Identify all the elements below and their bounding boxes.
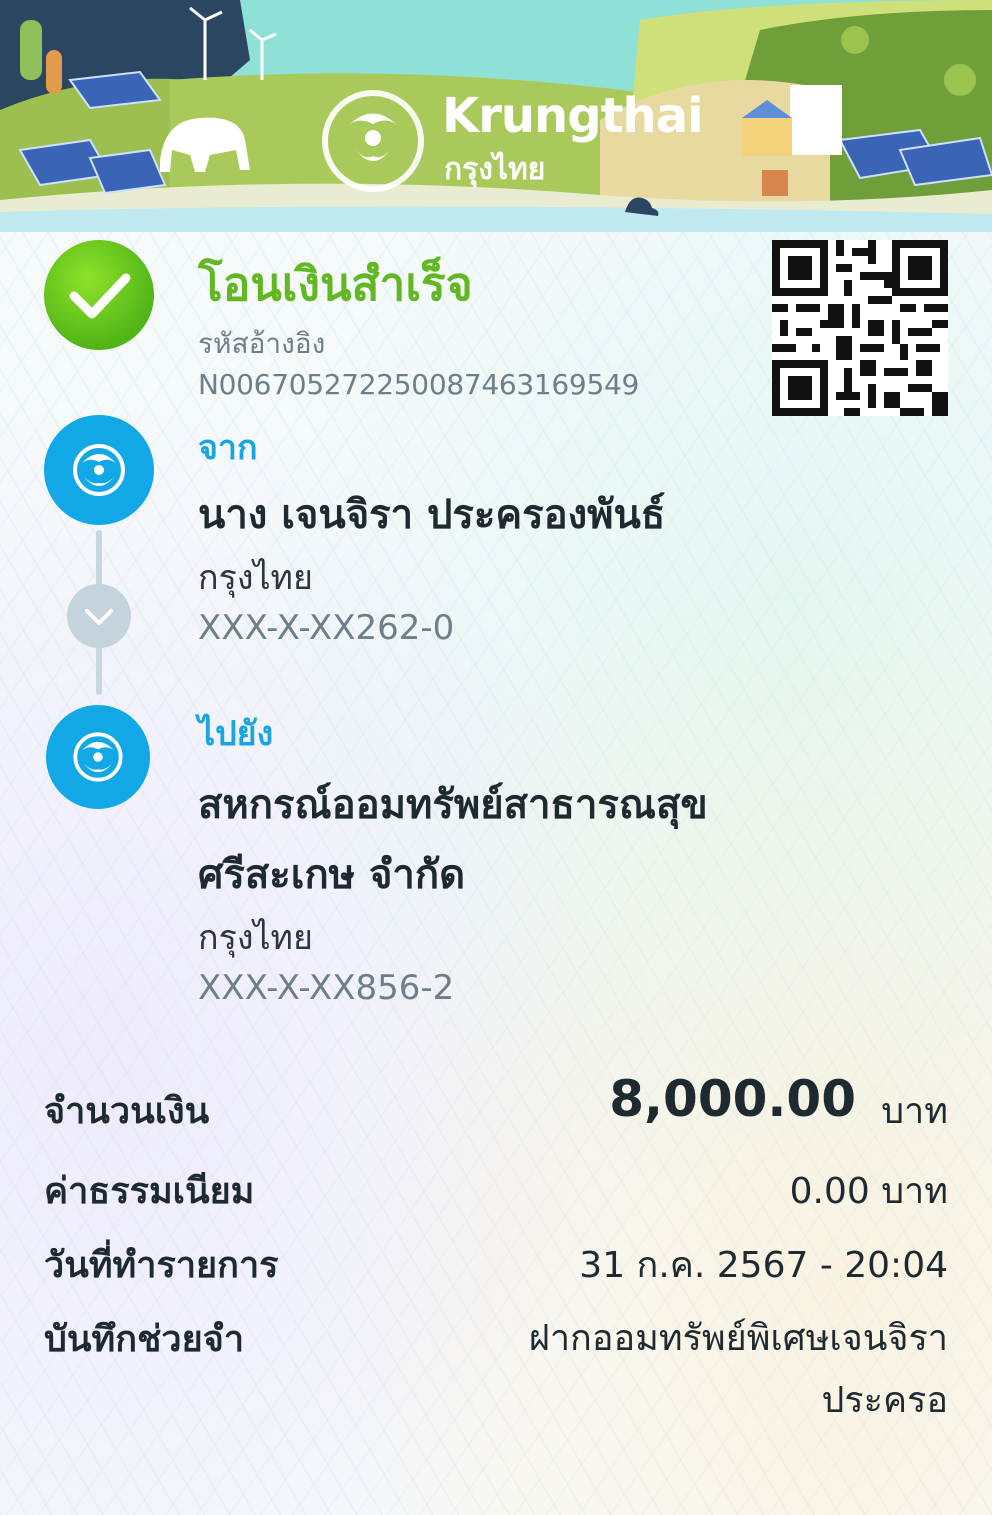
transfer-success-title: โอนเงินสำเร็จ [198, 257, 473, 311]
memo-value: ฝากออมทรัพย์พิเศษเจนจิราประครอ [528, 1318, 948, 1421]
krungthai-emblem-icon [73, 444, 125, 496]
krungthai-logo: Krungthai กรุงไทย [318, 86, 704, 196]
brand-name-th: กรุงไทย [444, 152, 546, 187]
fee-label: ค่าธรรมเนียม [44, 1171, 255, 1212]
amount-unit: บาท [881, 1091, 948, 1132]
brand-name-en: Krungthai [442, 88, 704, 144]
chevron-down-icon [67, 584, 131, 648]
qr-code-icon[interactable] [772, 240, 948, 416]
transaction-date-label: วันที่ทำรายการ [44, 1245, 279, 1286]
amount-label: จำนวนเงิน [44, 1091, 210, 1132]
recipient-bank: กรุงไทย [198, 918, 313, 958]
reference-label: รหัสอ้างอิง [198, 327, 326, 360]
transaction-date-value: 31 ก.ค. 2567 - 20:04 [579, 1245, 948, 1286]
sender-name: นาง เจนจิรา ประครองพันธ์ [198, 492, 666, 538]
check-circle-icon [44, 240, 154, 350]
memo-label: บันทึกช่วยจำ [44, 1319, 245, 1360]
recipient-account: XXX-X-XX856-2 [198, 968, 455, 1008]
recipient-name-line2: ศรีสะเกษ จำกัด [198, 852, 466, 898]
reference-number: N006705272250087463169549 [198, 368, 639, 401]
recipient-bank-logo [46, 705, 150, 809]
krungthai-emblem-icon [322, 90, 424, 192]
amount-value: 8,000.00 [609, 1070, 856, 1128]
krungthai-emblem-icon [73, 732, 123, 782]
to-label: ไปยัง [198, 714, 274, 754]
header-banner: Krungthai กรุงไทย [0, 0, 992, 232]
sender-bank-logo [44, 415, 154, 525]
receipt-page: Krungthai กรุงไทย โอนเงินสำเร็จ รหัสอ้าง… [0, 0, 992, 1515]
sender-bank: กรุงไทย [198, 558, 313, 598]
recipient-name-line1: สหกรณ์ออมทรัพย์สาธารณสุข [198, 782, 708, 828]
from-label: จาก [198, 428, 258, 468]
sender-account: XXX-X-XX262-0 [198, 608, 455, 648]
fee-value: 0.00 บาท [789, 1171, 948, 1212]
